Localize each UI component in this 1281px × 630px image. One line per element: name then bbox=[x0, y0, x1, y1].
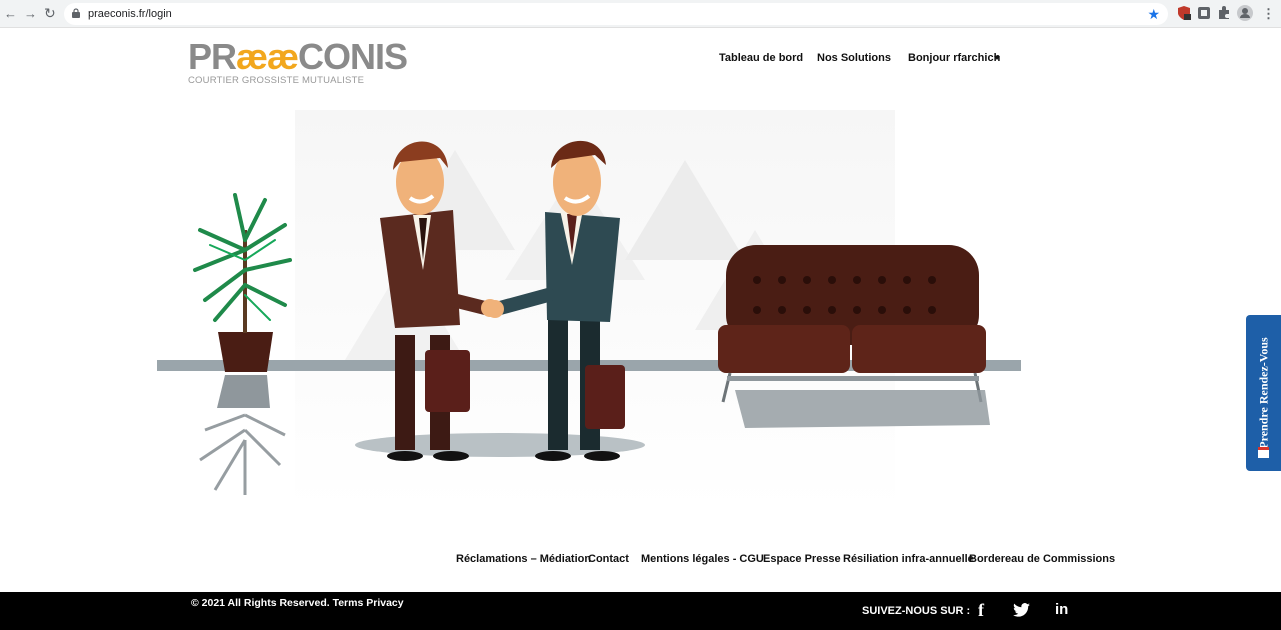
footer-link-reclamations[interactable]: Réclamations – Médiation bbox=[456, 552, 591, 566]
extension-shield-icon[interactable] bbox=[1176, 5, 1192, 21]
footer-link-contact[interactable]: Contact bbox=[588, 552, 629, 566]
footer-link-resiliation[interactable]: Résiliation infra-annuelle bbox=[843, 552, 974, 566]
appointment-side-tab[interactable]: Prendre Rendez-Vous bbox=[1246, 315, 1281, 471]
extension-icon[interactable] bbox=[1196, 5, 1212, 21]
follow-us-label: SUIVEZ-NOUS SUR : bbox=[862, 605, 971, 617]
linkedin-icon[interactable]: in bbox=[1055, 600, 1068, 620]
sofa-illustration bbox=[718, 245, 990, 428]
hero-illustration bbox=[157, 110, 1021, 510]
browser-toolbar: ← → ↻ praeconis.fr/login ★ ⋮ bbox=[0, 0, 1281, 28]
nav-dashboard-link[interactable]: Tableau de bord bbox=[719, 51, 803, 65]
nav-solutions-link[interactable]: Nos Solutions bbox=[817, 51, 891, 65]
lock-icon bbox=[72, 8, 80, 18]
appointment-tab-label: Prendre Rendez-Vous bbox=[1256, 337, 1270, 449]
forward-icon[interactable]: → bbox=[24, 6, 37, 22]
footer-bar: © 2021 All Rights Reserved. Terms Privac… bbox=[0, 592, 1281, 630]
logo-wordmark: PRææCONIS bbox=[188, 36, 408, 77]
back-icon[interactable]: ← bbox=[4, 6, 17, 22]
profile-avatar-icon[interactable] bbox=[1237, 5, 1253, 21]
puzzle-icon[interactable] bbox=[1216, 5, 1232, 21]
footer-link-mentions-legales[interactable]: Mentions légales - CGU bbox=[641, 552, 764, 566]
footer-link-espace-presse[interactable]: Espace Presse bbox=[763, 552, 841, 566]
facebook-icon[interactable]: f bbox=[978, 600, 984, 620]
chevron-down-icon[interactable] bbox=[994, 56, 1000, 60]
menu-kebab-icon[interactable]: ⋮ bbox=[1262, 6, 1275, 22]
logo-tagline: COURTIER GROSSISTE MUTUALISTE bbox=[188, 75, 365, 86]
bookmark-star-icon[interactable]: ★ bbox=[1147, 5, 1160, 23]
copyright-text: © 2021 All Rights Reserved. Terms Privac… bbox=[191, 597, 404, 609]
address-bar[interactable]: praeconis.fr/login ★ bbox=[64, 3, 1168, 25]
reload-icon[interactable]: ↻ bbox=[44, 5, 56, 21]
twitter-icon[interactable] bbox=[1013, 603, 1030, 617]
calendar-icon bbox=[1258, 447, 1269, 458]
nav-user-menu[interactable]: Bonjour rfarchich bbox=[908, 51, 1000, 65]
plant-illustration bbox=[193, 193, 292, 495]
site-logo[interactable]: PRææCONIS COURTIER GROSSISTE MUTUALISTE bbox=[188, 36, 408, 90]
footer-link-bordereau[interactable]: Bordereau de Commissions bbox=[969, 552, 1115, 566]
url-text: praeconis.fr/login bbox=[88, 8, 172, 20]
